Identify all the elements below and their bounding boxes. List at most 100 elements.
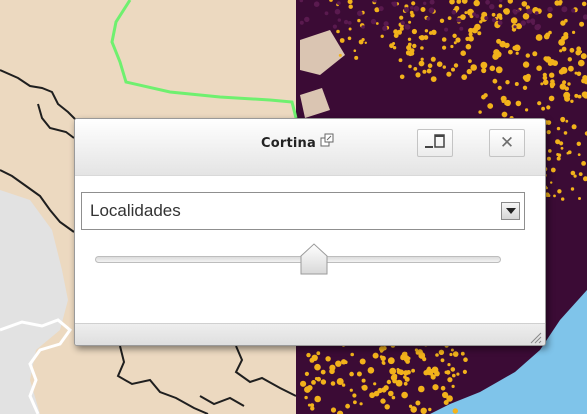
locality-dot: [418, 35, 423, 40]
locality-dot: [553, 194, 556, 198]
locality-dot: [556, 126, 561, 131]
locality-dot: [546, 105, 551, 110]
chevron-down-icon[interactable]: [501, 202, 520, 220]
locality-dot: [411, 368, 415, 373]
locality-dot: [504, 43, 509, 49]
locality-dot: [398, 58, 403, 63]
locality-dot: [498, 4, 503, 8]
locality-dot: [361, 378, 366, 383]
locality-dot: [480, 61, 488, 69]
locality-dot: [306, 352, 311, 358]
locality-dot: [349, 371, 354, 377]
locality-dot: [325, 356, 331, 362]
locality-dot: [405, 359, 410, 364]
locality-dot: [470, 64, 478, 71]
locality-dot: [561, 46, 567, 52]
locality-dot: [548, 95, 555, 102]
locality-dot: [442, 391, 449, 399]
locality-dot: [515, 51, 519, 55]
locality-dot: [404, 25, 409, 30]
locality-dot: [550, 181, 553, 184]
locality-dot: [324, 11, 329, 16]
locality-dot: [341, 383, 346, 387]
locality-dot: [339, 38, 345, 43]
popout-icon[interactable]: [320, 133, 334, 147]
locality-dot: [575, 49, 581, 56]
locality-dot: [353, 400, 357, 405]
locality-dot: [427, 63, 433, 68]
resize-grip-icon[interactable]: [530, 331, 542, 344]
locality-dot: [420, 7, 426, 12]
layer-select[interactable]: Localidades: [81, 192, 525, 230]
locality-dot: [413, 5, 420, 12]
locality-dot: [451, 384, 455, 388]
locality-dot: [580, 53, 587, 60]
locality-dot: [497, 20, 503, 26]
close-button[interactable]: ✕: [489, 129, 525, 157]
window-title: Cortina: [261, 136, 316, 151]
locality-dot: [560, 66, 568, 74]
locality-dot: [406, 370, 411, 375]
locality-dot: [393, 29, 398, 35]
locality-dot: [558, 0, 563, 4]
locality-dot: [372, 352, 379, 359]
locality-dot: [525, 108, 529, 112]
locality-dot: [558, 39, 565, 46]
curtain-window[interactable]: Cortina ✕ Localidades: [74, 118, 546, 346]
locality-dot: [335, 360, 342, 367]
locality-dot: [550, 84, 555, 89]
maximize-button[interactable]: [417, 129, 453, 157]
locality-dot: [537, 101, 542, 106]
locality-dot: [334, 8, 341, 15]
locality-dot: [550, 79, 555, 84]
locality-dot: [478, 110, 482, 114]
locality-dot: [465, 43, 472, 50]
locality-dot: [572, 30, 576, 34]
locality-dot: [442, 65, 446, 69]
locality-dot: [353, 49, 357, 52]
locality-dot: [380, 34, 384, 38]
locality-dot: [374, 7, 380, 13]
locality-dot: [501, 99, 505, 104]
locality-dot: [426, 369, 433, 376]
locality-dot: [548, 30, 552, 35]
locality-dot: [549, 72, 555, 78]
locality-dot: [420, 46, 424, 50]
locality-dot: [452, 351, 459, 357]
locality-dot: [424, 29, 429, 33]
locality-dot: [396, 369, 403, 375]
slider-track[interactable]: [95, 256, 501, 263]
locality-dot: [559, 83, 566, 90]
slider-thumb[interactable]: [299, 243, 329, 275]
curtain-slider[interactable]: [95, 243, 501, 277]
locality-dot: [412, 43, 417, 49]
locality-dot: [546, 130, 551, 135]
close-icon: ✕: [499, 132, 515, 153]
locality-dot: [399, 15, 404, 20]
locality-dot: [453, 63, 459, 68]
locality-dot: [505, 80, 510, 85]
locality-dot: [407, 37, 412, 41]
locality-dot: [451, 10, 457, 15]
window-titlebar[interactable]: Cortina ✕: [75, 119, 545, 176]
locality-dot: [489, 65, 496, 72]
locality-dot: [503, 8, 508, 14]
locality-dot: [407, 42, 412, 47]
locality-dot: [578, 59, 585, 67]
locality-dot: [466, 68, 472, 75]
locality-dot: [563, 32, 569, 37]
locality-dot: [381, 387, 387, 393]
locality-dot: [456, 372, 460, 376]
locality-dot: [461, 74, 468, 80]
locality-dot: [403, 381, 408, 386]
locality-dot: [560, 118, 565, 123]
locality-dot: [436, 61, 443, 67]
locality-dot: [459, 26, 464, 31]
locality-dot: [415, 72, 421, 78]
locality-dot: [316, 376, 322, 382]
locality-dot: [493, 55, 498, 60]
locality-dot: [304, 371, 309, 376]
locality-dot: [581, 1, 587, 7]
locality-dot: [357, 10, 363, 17]
locality-dot: [428, 31, 433, 35]
